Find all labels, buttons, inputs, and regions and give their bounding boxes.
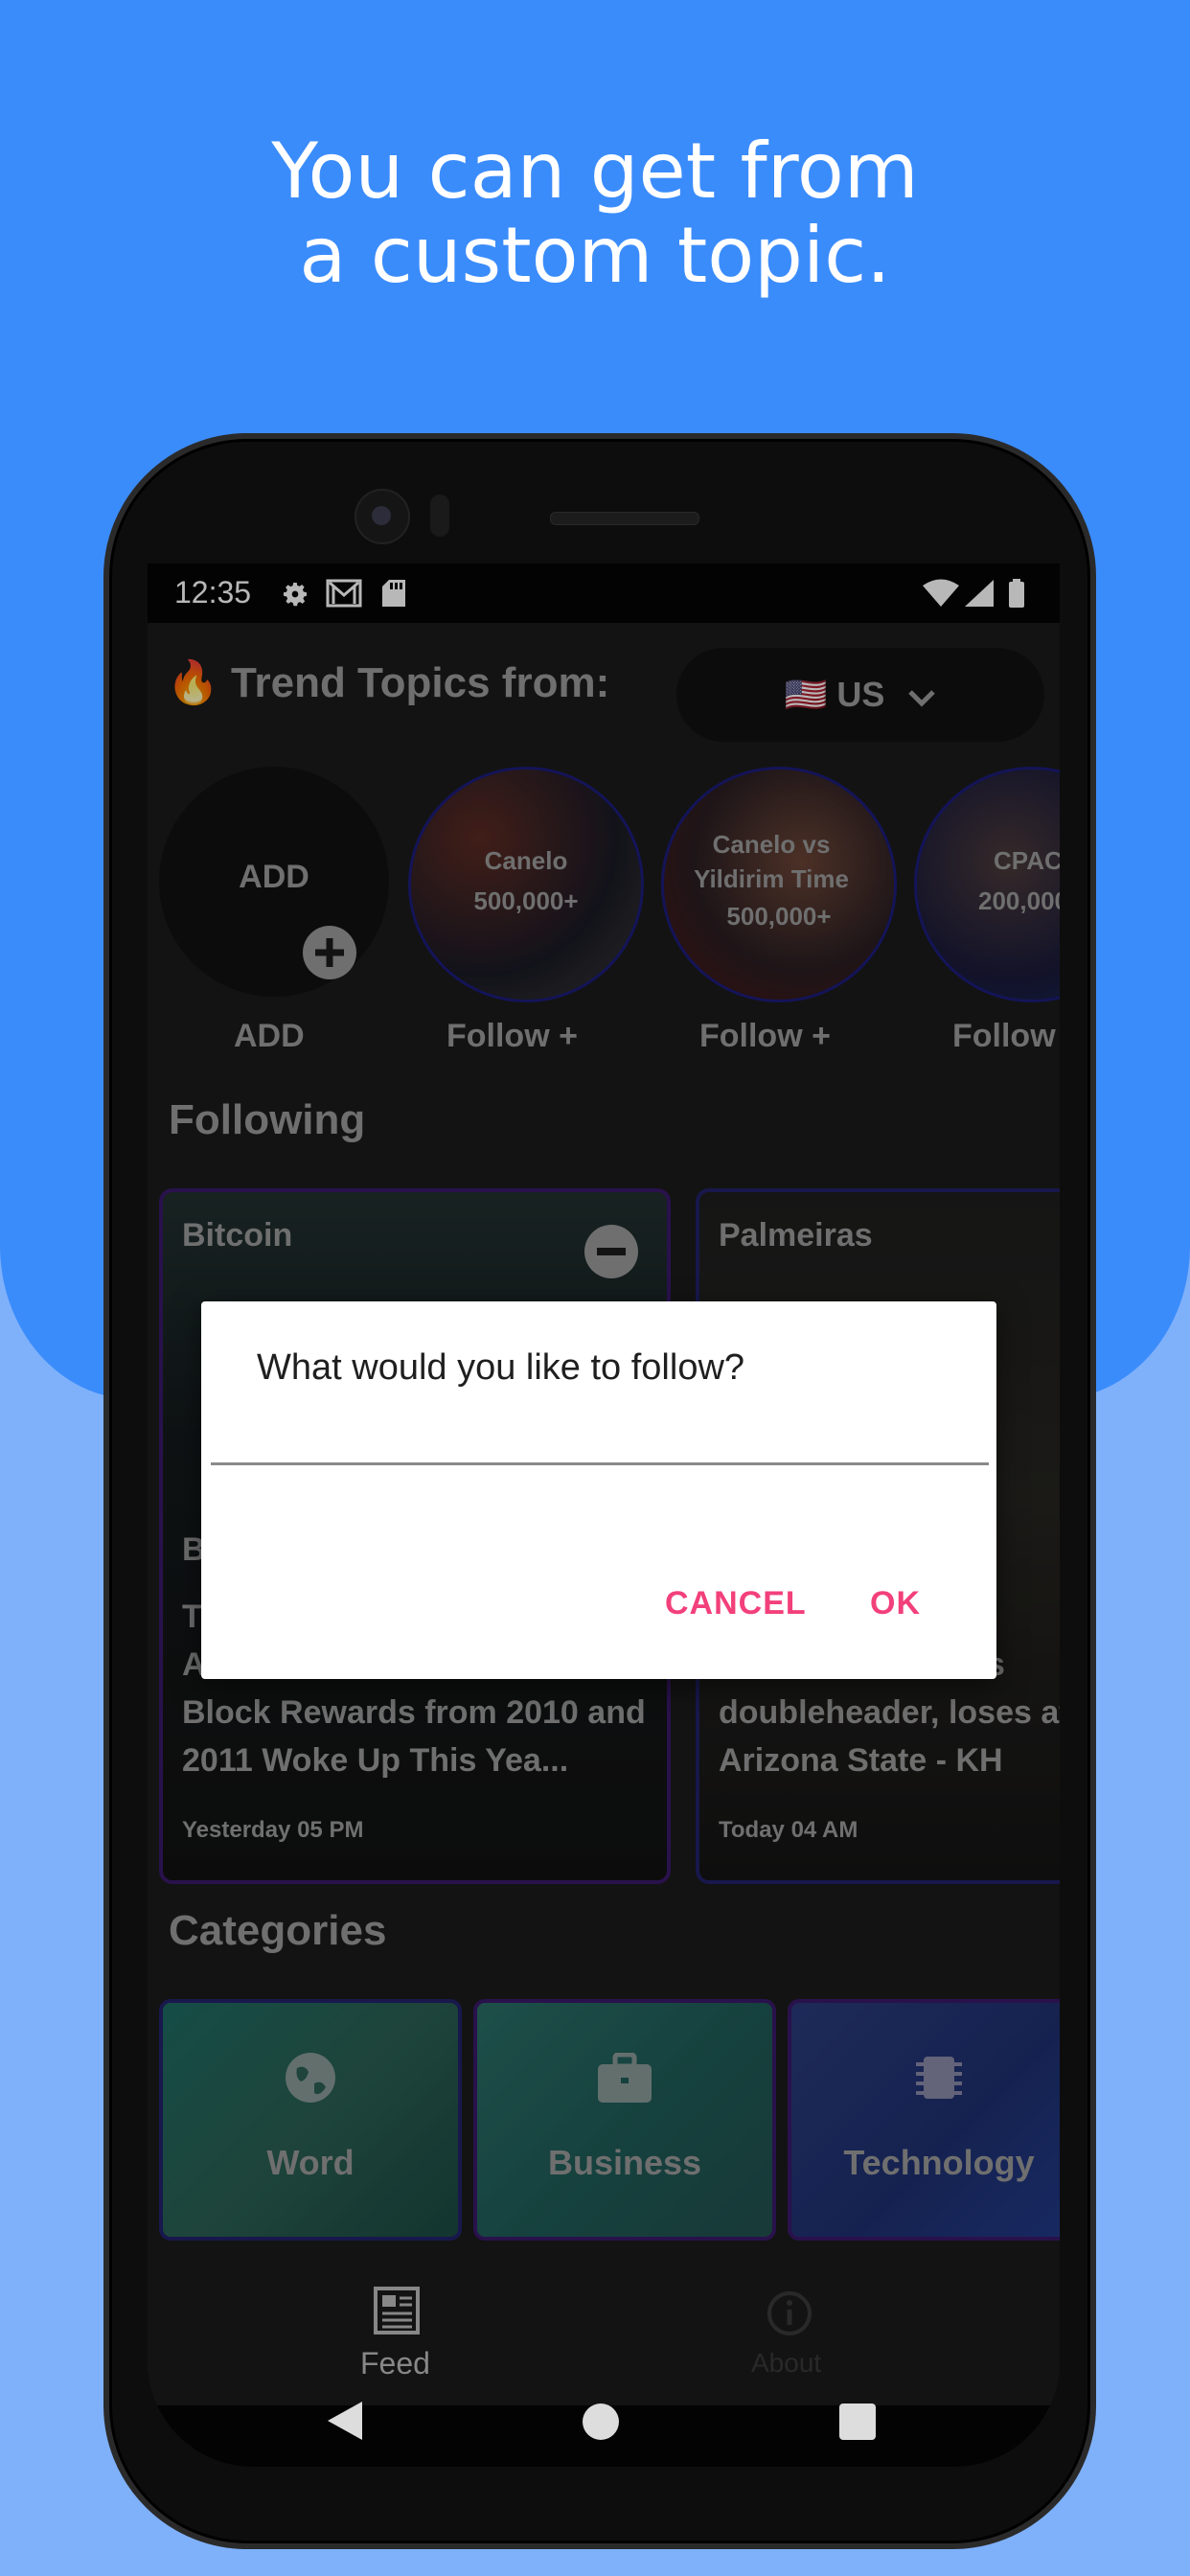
- ok-button[interactable]: OK: [870, 1585, 921, 1622]
- headline-line-2: a custom topic.: [299, 211, 891, 300]
- follow-dialog: What would you like to follow? CANCEL OK: [201, 1301, 996, 1679]
- back-button[interactable]: [326, 2400, 364, 2446]
- headline-line-1: You can get from: [271, 126, 919, 216]
- front-camera: [355, 489, 410, 544]
- home-button[interactable]: [583, 2404, 619, 2440]
- recents-button[interactable]: [839, 2404, 876, 2440]
- cancel-button[interactable]: CANCEL: [665, 1585, 807, 1622]
- headline: You can get from a custom topic.: [0, 129, 1190, 298]
- dialog-title: What would you like to follow?: [257, 1347, 745, 1388]
- follow-topic-input[interactable]: [211, 1432, 989, 1465]
- proximity-sensor: [430, 494, 449, 537]
- earpiece-speaker: [550, 512, 699, 525]
